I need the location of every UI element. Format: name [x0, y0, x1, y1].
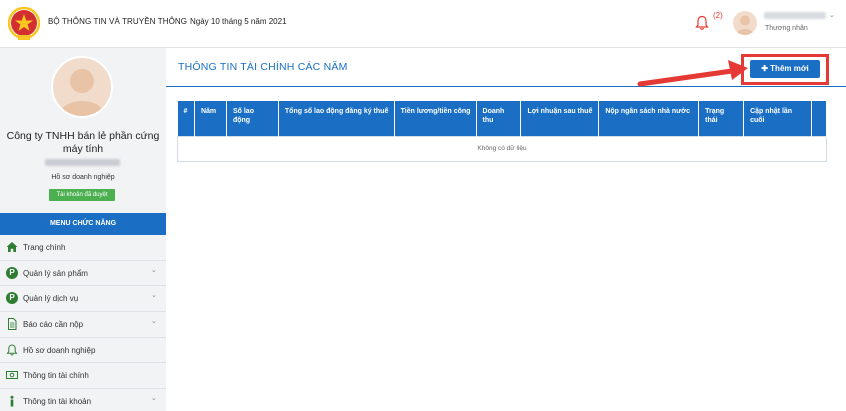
sidebar-item-label: Báo cáo cần nộp [23, 320, 84, 330]
user-role: Thương nhân [765, 25, 808, 32]
empty-message: Không có dữ liệu [177, 135, 827, 162]
user-silhouette-icon [59, 69, 105, 116]
red-arrow-annotation-icon [637, 60, 748, 87]
col-profit: Lợi nhuận sau thuế [520, 101, 600, 136]
company-avatar [51, 56, 113, 118]
document-icon [8, 318, 17, 331]
notification-count: (2) [713, 11, 723, 20]
col-revenue: Doanh thu [476, 101, 522, 136]
col-actions [811, 101, 828, 136]
sidebar-item-label: Quản lý sản phẩm [23, 268, 88, 278]
main-content: THÔNG TIN TÀI CHÍNH CÁC NĂM ✚ Thêm mới #… [166, 48, 846, 411]
product-p-icon: P [6, 266, 18, 279]
notification-bell-icon[interactable] [695, 15, 709, 31]
tax-code-redacted [45, 159, 120, 166]
add-new-label: Thêm mới [770, 64, 809, 73]
col-last-updated: Cập nhật lần cuối [743, 101, 812, 136]
chevron-down-icon: ⌄ [151, 318, 157, 326]
plus-icon: ✚ [761, 64, 771, 73]
sidebar: Công ty TNHH bán lẻ phần cứng máy tính H… [0, 48, 166, 411]
col-index: # [177, 101, 195, 136]
col-tax-workers: Tổng số lao động đăng ký thuế [278, 101, 395, 136]
chevron-down-icon: ⌄ [151, 266, 157, 274]
col-budget: Nộp ngân sách nhà nước [598, 101, 700, 136]
info-icon [10, 395, 14, 407]
table-row: Không có dữ liệu [177, 135, 827, 162]
user-avatar[interactable] [733, 11, 757, 35]
chevron-down-icon: ⌄ [151, 292, 157, 300]
user-name-redacted [764, 12, 826, 19]
sidebar-item-label: Trang chính [23, 243, 66, 252]
company-name: Công ty TNHH bán lẻ phần cứng máy tính [6, 130, 160, 155]
profile-label: Hồ sơ doanh nghiệp [51, 174, 115, 181]
sidebar-item-products[interactable]: P Quản lý sản phẩm ⌄ [0, 261, 166, 287]
menu-header: MENU CHỨC NĂNG [0, 213, 166, 235]
col-year: Năm [194, 101, 227, 136]
approved-badge: Tài khoản đã duyệt [49, 189, 115, 201]
sidebar-item-financial-info[interactable]: Thông tin tài chính [0, 363, 166, 390]
page-title: THÔNG TIN TÀI CHÍNH CÁC NĂM [178, 61, 348, 73]
add-new-button[interactable]: ✚ Thêm mới [750, 60, 820, 78]
org-name: BỘ THÔNG TIN VÀ TRUYỀN THÔNG [48, 17, 188, 26]
current-date: Ngày 10 tháng 5 năm 2021 [190, 17, 287, 26]
sidebar-item-home[interactable]: Trang chính [0, 235, 166, 261]
top-header: BỘ THÔNG TIN VÀ TRUYỀN THÔNG Ngày 10 thá… [0, 0, 846, 48]
sidebar-item-label: Hồ sơ doanh nghiệp [23, 345, 96, 355]
service-p-icon: P [6, 292, 18, 305]
table-header-row: # Năm Số lao động Tổng số lao động đăng … [177, 101, 828, 136]
user-silhouette-icon [736, 15, 754, 35]
col-status: Trạng thái [698, 101, 745, 136]
home-icon [6, 242, 18, 252]
national-emblem-logo[interactable] [8, 7, 40, 41]
sidebar-item-label: Thông tin tài chính [23, 371, 89, 381]
financial-table: # Năm Số lao động Tổng số lao động đăng … [177, 101, 828, 162]
sidebar-item-label: Thông tin tài khoản [23, 397, 92, 407]
sidebar-item-label: Quản lý dịch vụ [23, 294, 79, 304]
col-workers: Số lao động [226, 101, 279, 136]
col-wages: Tiền lương/tiền công [394, 101, 477, 136]
sidebar-item-services[interactable]: P Quản lý dịch vụ ⌄ [0, 286, 166, 313]
bell-icon [6, 344, 18, 356]
user-menu-chevron-icon[interactable]: ⌄ [829, 11, 835, 19]
sidebar-item-reports[interactable]: Báo cáo cần nộp ⌄ [0, 312, 166, 338]
sidebar-item-account-info[interactable]: Thông tin tài khoản ⌄ [0, 389, 166, 411]
money-icon [6, 371, 18, 380]
sidebar-item-business-profile[interactable]: Hồ sơ doanh nghiệp [0, 338, 166, 364]
sidebar-menu: Trang chính P Quản lý sản phẩm ⌄ P Quản … [0, 235, 166, 411]
chevron-down-icon: ⌄ [151, 395, 157, 403]
